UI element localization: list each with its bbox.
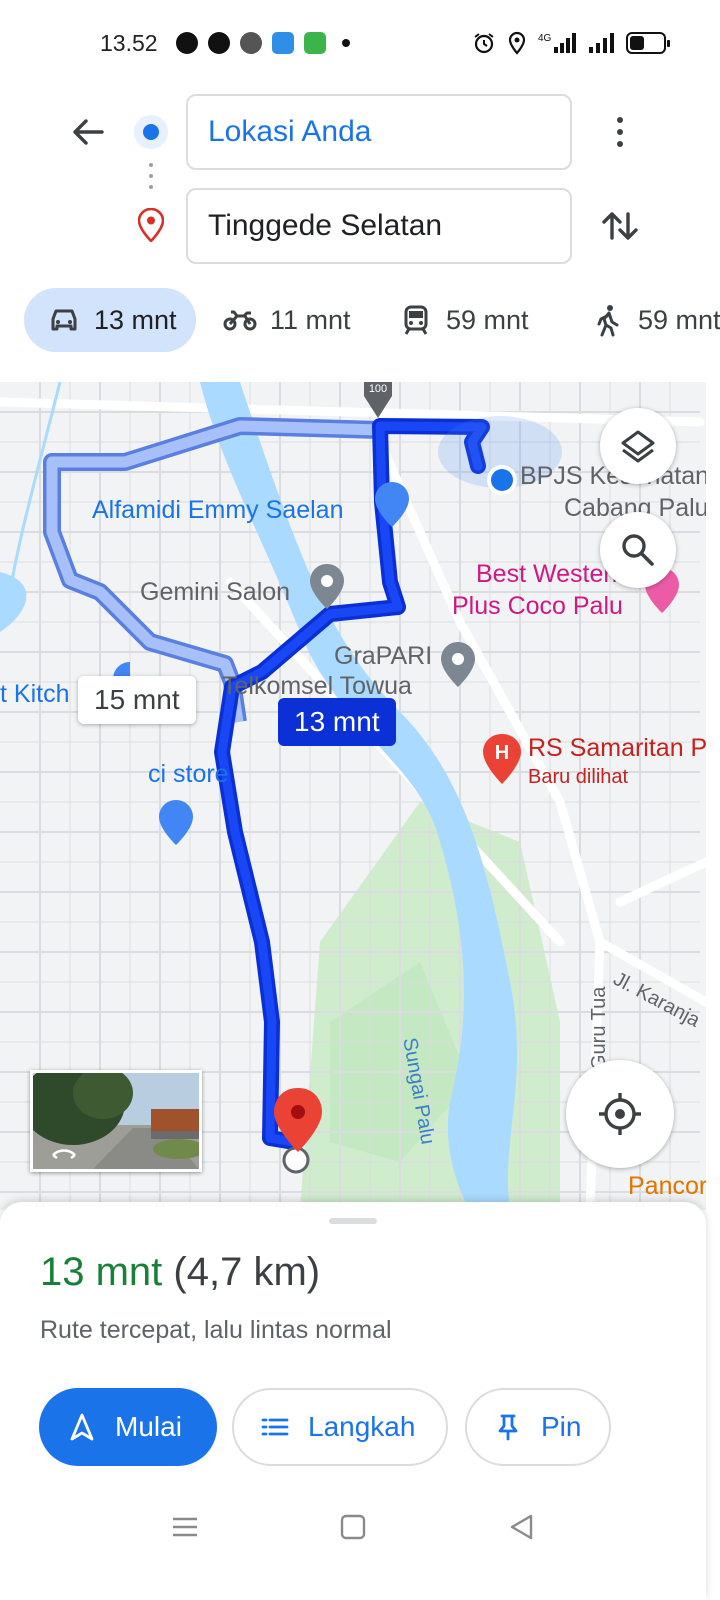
signal-icon	[589, 33, 614, 53]
battery-icon	[626, 32, 670, 54]
street-view-thumbnail[interactable]	[30, 1070, 202, 1172]
my-location-icon	[599, 1093, 641, 1135]
back-arrow-icon[interactable]	[68, 112, 108, 152]
mode-transit-label: 59 mnt	[446, 304, 529, 335]
more-options-button[interactable]	[604, 110, 636, 154]
pin-button[interactable]: Pin	[465, 1388, 611, 1466]
walk-icon	[597, 305, 619, 337]
label-grapari[interactable]: GraPARI	[334, 642, 432, 671]
destination-field[interactable]: Tinggede Selatan	[186, 188, 572, 264]
list-icon	[261, 1418, 289, 1436]
status-bar: 13.52 4G	[0, 0, 720, 88]
4g-signal-icon: 4G	[538, 33, 576, 53]
system-nav-bar	[0, 1496, 720, 1600]
whatsapp-icon	[176, 32, 198, 54]
label-recently-viewed: Baru dilihat	[528, 766, 629, 788]
steps-button[interactable]: Langkah	[232, 1388, 448, 1466]
files-icon	[272, 32, 294, 54]
label-guru-tua: Guru Tua	[588, 986, 610, 1070]
main-route-time-bubble[interactable]: 13 mnt	[278, 698, 396, 746]
route-summary: 13 mnt (4,7 km)	[40, 1250, 320, 1295]
my-location-button[interactable]	[566, 1060, 674, 1168]
label-kitchen[interactable]: t Kitch	[0, 680, 69, 709]
mode-car-chip[interactable]: 13 mnt	[24, 288, 196, 352]
label-telkomsel[interactable]: Telkomsel Towua	[222, 672, 412, 701]
label-ci-store[interactable]: ci store	[148, 760, 229, 789]
line-icon	[208, 32, 230, 54]
alt-route-time-bubble[interactable]: 15 mnt	[78, 676, 196, 724]
mode-transit-chip[interactable]: 59 mnt	[392, 288, 529, 352]
mode-walk-label: 59 mnt	[638, 304, 720, 335]
map-view[interactable]: 100 H BPJS Kesehatan Cabang Palu Alfamid…	[0, 382, 706, 1210]
svg-text:H: H	[495, 742, 509, 764]
location-icon	[508, 31, 526, 55]
home-nav-icon[interactable]	[336, 1510, 370, 1544]
route-description: Rute tercepat, lalu lintas normal	[40, 1316, 392, 1344]
route-duration: 13 mnt	[40, 1250, 163, 1294]
label-rs-samaritan[interactable]: RS Samaritan P	[528, 734, 706, 763]
navigation-arrow-icon	[70, 1413, 94, 1441]
steps-button-label: Langkah	[308, 1411, 416, 1442]
car-icon	[51, 309, 77, 331]
label-alfamidi[interactable]: Alfamidi Emmy Saelan	[92, 496, 343, 525]
system-icons: 4G	[472, 31, 670, 55]
origin-field[interactable]: Lokasi Anda	[186, 94, 572, 170]
back-nav-icon[interactable]	[504, 1510, 538, 1544]
connector-dots	[149, 163, 153, 196]
start-button-label: Mulai	[115, 1411, 182, 1442]
dot-icon	[342, 39, 350, 47]
label-pancor[interactable]: Pancor	[628, 1172, 706, 1201]
road-shield-label: 100	[369, 383, 387, 395]
status-time: 13.52	[100, 30, 158, 56]
network-label: 4G	[538, 33, 552, 44]
train-icon	[404, 305, 428, 335]
street-view-image	[33, 1073, 199, 1169]
label-best-western-2[interactable]: Plus Coco Palu	[452, 592, 623, 621]
destination-pin-icon	[138, 208, 164, 242]
search-map-button[interactable]	[600, 512, 676, 588]
sheet-drag-handle[interactable]	[329, 1218, 377, 1224]
label-gemini-salon[interactable]: Gemini Salon	[140, 578, 290, 607]
layers-button[interactable]	[600, 408, 676, 484]
notification-icons	[176, 32, 350, 54]
route-distance: (4,7 km)	[173, 1250, 321, 1294]
pin-icon	[498, 1414, 518, 1441]
motorcycle-icon	[223, 310, 257, 331]
origin-dot-icon	[134, 115, 168, 149]
mode-motorcycle-label: 11 mnt	[270, 304, 351, 335]
app-icon	[240, 32, 262, 54]
mode-walk-chip[interactable]: 59 mnt	[584, 288, 720, 352]
layers-icon	[621, 430, 655, 463]
pin-button-label: Pin	[541, 1411, 582, 1442]
travel-mode-row: 13 mnt 11 mnt 59 mnt 59 mnt	[0, 288, 720, 354]
swap-icon[interactable]	[598, 204, 642, 248]
mode-car-label: 13 mnt	[94, 304, 177, 335]
start-button[interactable]: Mulai	[39, 1388, 217, 1466]
mode-motorcycle-chip[interactable]: 11 mnt	[216, 288, 351, 352]
search-icon	[622, 534, 654, 566]
menu-nav-icon[interactable]	[168, 1510, 202, 1544]
android-icon	[304, 32, 326, 54]
alarm-icon	[474, 33, 494, 54]
